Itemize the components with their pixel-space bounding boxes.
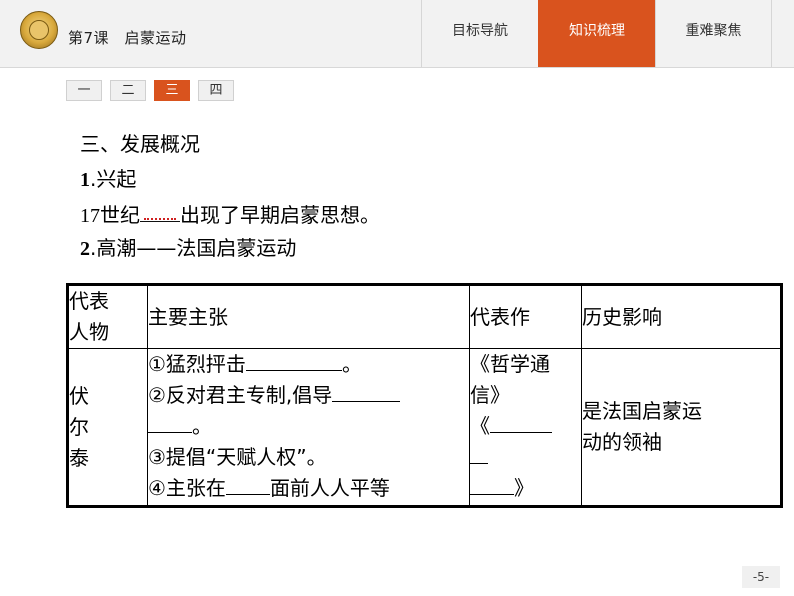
header-text: 代表 [69, 289, 109, 313]
header-cell-influence: 历史影响 [581, 284, 782, 349]
rise-sentence: 17世纪 出现了早期启蒙思想。 [80, 199, 380, 228]
claim-text: 。 [341, 352, 362, 376]
influence-text: 是法国启蒙运 [582, 399, 702, 423]
header-cell-claims: 主要主张 [147, 284, 470, 349]
header-bar: 第7课 启蒙运动 目标导航 知识梳理 重难聚焦 [0, 0, 794, 68]
header-divider [0, 67, 794, 68]
person-char: 尔 [69, 414, 89, 439]
cell-works: 《哲学通 信》 《 》 [469, 348, 582, 507]
tab-objectives[interactable]: 目标导航 [421, 0, 538, 68]
work-title [470, 442, 581, 473]
subheading-number: 1 [80, 169, 90, 191]
tab-knowledge[interactable]: 知识梳理 [538, 0, 655, 68]
subheading-climax: 2.高潮——法国启蒙运动 [80, 232, 296, 261]
work-bracket: 《 [470, 414, 490, 438]
section-tab-2[interactable]: 二 [110, 80, 146, 101]
header-cell-works: 代表作 [469, 284, 582, 349]
page-number: -5- [742, 566, 780, 588]
claim-item: 。 [148, 411, 469, 442]
fill-blank[interactable] [140, 205, 180, 222]
header-text: 人物 [69, 320, 109, 344]
claim-text: 面前人人平等 [269, 476, 390, 500]
school-logo-icon [20, 11, 58, 49]
fill-blank[interactable] [470, 443, 488, 464]
influence-text: 动的领袖 [582, 430, 662, 454]
header-cell-person: 代表 人物 [67, 284, 148, 349]
table-row: 伏 尔 泰 ①猛烈抨击。 ②反对君主专制,倡导 。 ③提倡“天赋人权”。 ④主张… [67, 348, 782, 507]
claim-text: ①猛烈抨击 [148, 352, 246, 376]
claim-item: ③提倡“天赋人权”。 [148, 445, 327, 469]
fill-blank[interactable] [470, 474, 514, 495]
section-tab-4[interactable]: 四 [198, 80, 234, 101]
enlightenment-table: 代表 人物 主要主张 代表作 历史影响 伏 尔 泰 ①猛烈抨击。 ②反对君主专制… [66, 283, 783, 508]
cell-claims: ①猛烈抨击。 ②反对君主专制,倡导 。 ③提倡“天赋人权”。 ④主张在 面前人人平… [147, 348, 470, 507]
subheading-number: 2 [80, 238, 90, 260]
fill-blank[interactable] [225, 474, 270, 495]
claim-text: ②反对君主专制,倡导 [148, 383, 333, 407]
claim-item: ④主张在 面前人人平等 [148, 473, 469, 504]
fill-blank[interactable] [148, 412, 192, 433]
person-char: 泰 [69, 445, 89, 470]
fill-blank[interactable] [245, 350, 342, 371]
work-title: 《 [470, 411, 581, 442]
subheading-rise: 1.兴起 [80, 163, 136, 192]
claim-text: ④主张在 [148, 476, 226, 500]
person-char: 伏 [69, 383, 89, 408]
table-header-row: 代表 人物 主要主张 代表作 历史影响 [67, 284, 782, 349]
sentence-suffix: 出现了早期启蒙思想。 [180, 203, 380, 227]
work-title: 》 [470, 473, 581, 504]
section-heading: 三、发展概况 [80, 132, 200, 156]
work-title: 《哲学通 [470, 352, 550, 376]
cell-influence: 是法国启蒙运 动的领袖 [581, 348, 782, 507]
lesson-title: 第7课 启蒙运动 [68, 29, 187, 47]
work-title: 信》 [470, 383, 510, 407]
sentence-prefix: 17世纪 [80, 205, 140, 227]
claim-item: ①猛烈抨击 。 [148, 349, 469, 380]
subheading-text: .兴起 [90, 167, 137, 191]
work-bracket: 》 [514, 476, 534, 500]
tab-key-points[interactable]: 重难聚焦 [655, 0, 772, 68]
subheading-text: .高潮——法国启蒙运动 [90, 236, 297, 260]
claim-item: ②反对君主专制,倡导 [148, 380, 469, 411]
section-tab-3[interactable]: 三 [154, 80, 190, 101]
fill-blank[interactable] [490, 412, 552, 433]
section-tab-1[interactable]: 一 [66, 80, 102, 101]
logo-emblem [29, 20, 49, 40]
claim-text: 。 [192, 414, 212, 438]
cell-person: 伏 尔 泰 [67, 348, 148, 507]
fill-blank[interactable] [332, 381, 401, 402]
